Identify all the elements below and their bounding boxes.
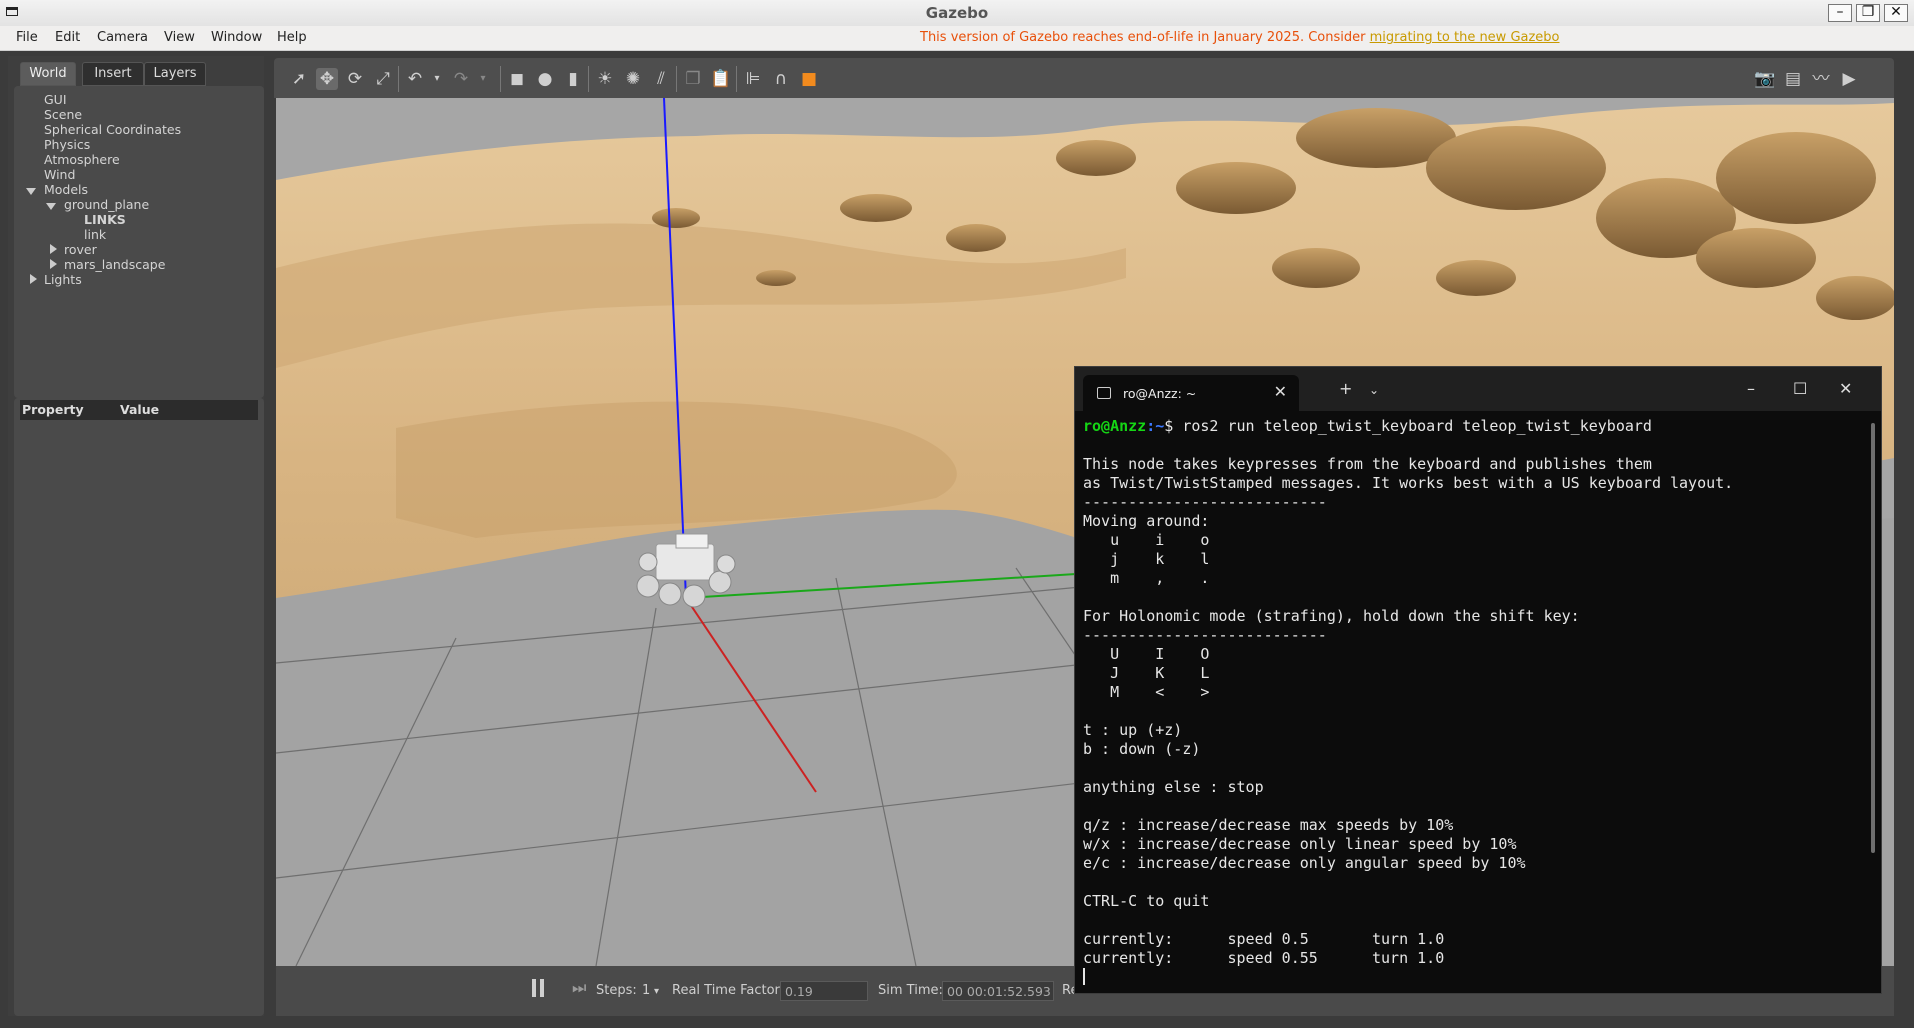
tree-item-lights[interactable]: Lights	[44, 272, 82, 287]
title-bar: Gazebo – ❐ ✕	[0, 0, 1914, 27]
menu-view[interactable]: View	[164, 30, 195, 45]
terminal-tab-title: ro@Anzz: ~	[1123, 386, 1197, 401]
toolbar-separator	[676, 66, 677, 92]
pause-icon[interactable]	[532, 979, 536, 997]
cylinder-icon[interactable]: ▮	[562, 68, 584, 90]
minimize-icon[interactable]: –	[1747, 379, 1755, 398]
step-icon[interactable]: ⏭	[572, 978, 586, 998]
screenshot-icon[interactable]: 📷	[1754, 68, 1776, 90]
tree-item-wind[interactable]: Wind	[44, 167, 75, 182]
maximize-icon[interactable]: ☐	[1793, 379, 1807, 398]
redo-dropdown-icon[interactable]: ▾	[472, 68, 494, 90]
tree-item-spherical-coordinates[interactable]: Spherical Coordinates	[44, 122, 181, 137]
chevron-down-icon[interactable]: ⌄	[1369, 383, 1379, 397]
tree-item-physics[interactable]: Physics	[44, 137, 90, 152]
menu-window[interactable]: Window	[211, 30, 262, 45]
menu-camera[interactable]: Camera	[97, 30, 148, 45]
program-output: This node takes keypresses from the keyb…	[1083, 455, 1734, 967]
tree-item-link[interactable]: link	[84, 227, 106, 242]
close-icon[interactable]: ✕	[1839, 379, 1852, 398]
directional-light-icon[interactable]: ⫽	[650, 68, 672, 90]
toolbar-separator	[500, 66, 501, 92]
spot-light-icon[interactable]: ✺	[622, 68, 644, 90]
translate-icon[interactable]: ✥	[316, 68, 338, 90]
tab-insert[interactable]: Insert	[82, 62, 144, 86]
steps-spinner-icon[interactable]: ▾	[654, 986, 659, 997]
tab-world[interactable]: World	[20, 62, 76, 86]
menu-bar: File Edit Camera View Window Help This v…	[0, 26, 1914, 51]
change-view-icon[interactable]: ■	[798, 68, 820, 90]
toolbar-separator	[398, 66, 399, 92]
tab-layers[interactable]: Layers	[144, 62, 206, 86]
rtf-value: 0.19	[780, 981, 868, 1001]
command-text: $ ros2 run teleop_twist_keyboard teleop_…	[1164, 417, 1652, 435]
align-icon[interactable]: ⊫	[742, 68, 764, 90]
video-icon[interactable]: ▶	[1838, 68, 1860, 90]
toolbar-separator	[588, 66, 589, 92]
expand-right-icon[interactable]	[50, 244, 57, 254]
rotate-icon[interactable]: ⟳	[344, 68, 366, 90]
new-tab-icon[interactable]: +	[1339, 379, 1352, 398]
tree-item-atmosphere[interactable]: Atmosphere	[44, 152, 120, 167]
terminal-scrollbar[interactable]	[1871, 423, 1875, 853]
expand-right-icon[interactable]	[30, 274, 37, 284]
log-icon[interactable]: ▤	[1782, 68, 1804, 90]
expand-down-icon[interactable]	[26, 188, 36, 195]
prompt-path: :~	[1146, 417, 1165, 435]
terminal-window[interactable]: ro@Anzz: ~ ✕ + ⌄ – ☐ ✕ ro@Anzz:~$ ros2 r…	[1074, 366, 1882, 994]
plot-icon[interactable]: 〰	[1810, 68, 1832, 90]
close-tab-icon[interactable]: ✕	[1274, 382, 1287, 401]
tree-item-mars-landscape[interactable]: mars_landscape	[64, 257, 165, 272]
menu-file[interactable]: File	[16, 30, 38, 45]
scale-icon[interactable]: ⤢	[372, 68, 394, 90]
property-panel	[14, 398, 264, 1016]
window-title: Gazebo	[925, 4, 989, 22]
sim-time-label: Sim Time:	[878, 983, 943, 998]
menu-edit[interactable]: Edit	[55, 30, 80, 45]
tree-item-links[interactable]: LINKS	[84, 212, 126, 227]
snap-icon[interactable]: ∩	[770, 68, 792, 90]
copy-icon[interactable]: ❐	[682, 68, 704, 90]
tree-item-rover[interactable]: rover	[64, 242, 97, 257]
property-column-header: Property	[22, 402, 84, 417]
tree-item-gui[interactable]: GUI	[44, 92, 67, 107]
redo-icon[interactable]: ↷	[450, 68, 472, 90]
prompt-user: ro@Anzz	[1083, 417, 1147, 435]
steps-label: Steps:	[596, 983, 637, 998]
terminal-title-bar: ro@Anzz: ~ ✕ + ⌄ – ☐ ✕	[1075, 367, 1881, 411]
undo-icon[interactable]: ↶	[404, 68, 426, 90]
terminal-tab[interactable]: ro@Anzz: ~ ✕	[1083, 375, 1299, 411]
value-column-header: Value	[120, 402, 160, 417]
pause-icon[interactable]	[540, 979, 544, 997]
select-icon[interactable]: ➚	[288, 68, 310, 90]
eol-notice-text: This version of Gazebo reaches end-of-li…	[920, 30, 1370, 45]
menu-help[interactable]: Help	[277, 30, 307, 45]
box-icon[interactable]: ◼	[506, 68, 528, 90]
undo-dropdown-icon[interactable]: ▾	[426, 68, 448, 90]
expand-right-icon[interactable]	[50, 259, 57, 269]
toolbar: ➚ ✥ ⟳ ⤢ ↶ ▾ ↷ ▾ ◼ ● ▮ ☀ ✺ ⫽ ❐ 📋 ⊫ ∩ ■ 📷 …	[274, 58, 1894, 98]
terminal-icon	[1097, 387, 1111, 399]
sphere-icon[interactable]: ●	[534, 68, 556, 90]
tree-item-ground-plane[interactable]: ground_plane	[64, 197, 149, 212]
minimize-button[interactable]: –	[1828, 4, 1852, 22]
maximize-button[interactable]: ❐	[1856, 4, 1880, 22]
steps-value[interactable]: 1	[642, 983, 650, 998]
rtf-label: Real Time Factor:	[672, 983, 785, 998]
paste-icon[interactable]: 📋	[710, 68, 732, 90]
terminal-output[interactable]: ro@Anzz:~$ ros2 run teleop_twist_keyboar…	[1083, 417, 1863, 987]
eol-notice: This version of Gazebo reaches end-of-li…	[920, 30, 1560, 45]
point-light-icon[interactable]: ☀	[594, 68, 616, 90]
toolbar-separator	[736, 66, 737, 92]
tree-item-scene[interactable]: Scene	[44, 107, 82, 122]
close-button[interactable]: ✕	[1884, 4, 1908, 22]
tree-item-models[interactable]: Models	[44, 182, 88, 197]
expand-down-icon[interactable]	[46, 203, 56, 210]
sim-time-value: 00 00:01:52.593	[942, 981, 1054, 1001]
property-header: Property Value	[20, 400, 258, 420]
migration-link[interactable]: migrating to the new Gazebo	[1370, 30, 1560, 45]
text-cursor	[1083, 968, 1085, 985]
